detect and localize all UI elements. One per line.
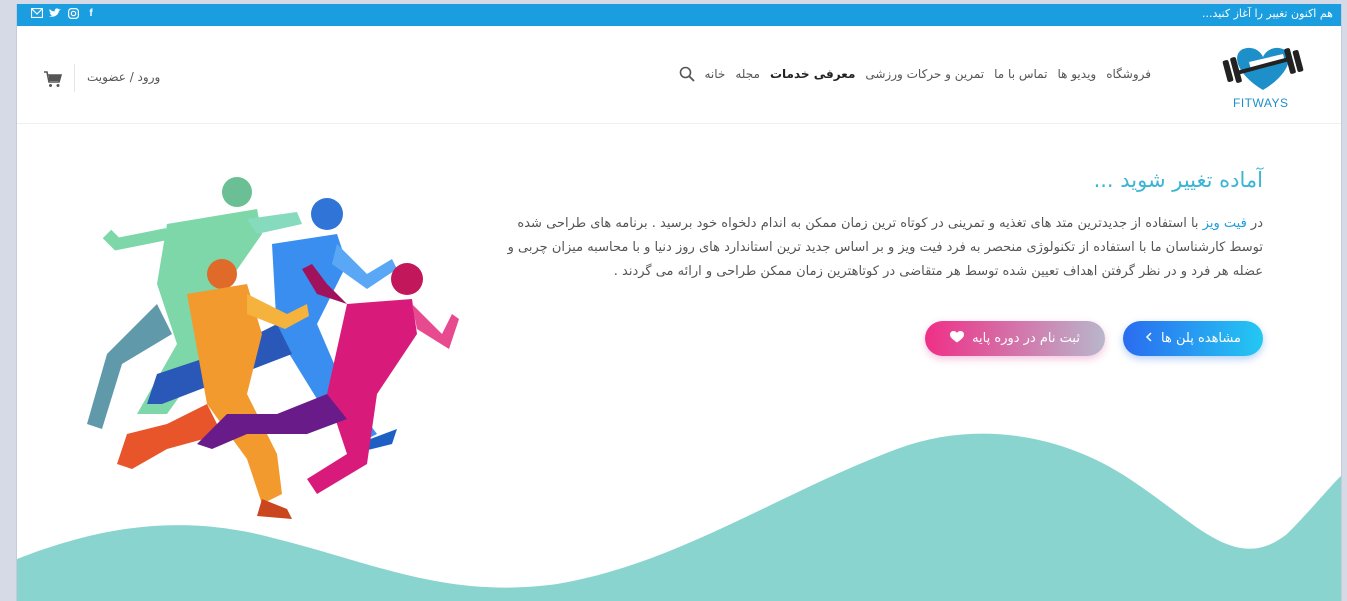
nav-item-shop[interactable]: فروشگاه [1106, 67, 1151, 81]
register-basic-course-label: ثبت نام در دوره پایه [972, 331, 1080, 346]
logo[interactable]: FITWAYS [1213, 40, 1313, 110]
nav-item-magazine[interactable]: مجله [735, 67, 760, 81]
hero-title: آماده تغییر شوید ... [1093, 168, 1263, 192]
chevron-left-icon [1145, 331, 1153, 346]
top-bar: f هم اکنون تغییر را آغاز کنید... [17, 4, 1341, 26]
instagram-icon[interactable] [67, 7, 79, 19]
login-register-link[interactable]: ورود / عضویت [87, 70, 160, 84]
nav-item-home[interactable]: خانه [705, 67, 726, 81]
nav-item-services[interactable]: معرفی خدمات [770, 67, 855, 81]
social-links: f [31, 7, 97, 19]
main-nav: خانه مجله معرفی خدمات تمرین و حرکات ورزش… [673, 66, 1151, 82]
decorative-wave [17, 414, 1341, 601]
cart-icon[interactable] [43, 70, 63, 88]
page-frame: f هم اکنون تغییر را آغاز کنید... FITWAYS… [16, 4, 1342, 601]
view-plans-label: مشاهده پلن ها [1161, 331, 1241, 346]
search-icon[interactable] [679, 66, 695, 82]
nav-item-exercises[interactable]: تمرین و حرکات ورزشی [865, 67, 984, 81]
logo-text: FITWAYS [1233, 96, 1289, 110]
mail-icon[interactable] [31, 7, 43, 19]
hero-intro-prefix: در [1246, 216, 1263, 231]
twitter-icon[interactable] [49, 7, 61, 19]
heart-icon [950, 330, 965, 347]
view-plans-button[interactable]: مشاهده پلن ها [1123, 321, 1263, 356]
hero-description: در فیت ویز با استفاده از جدیدترین متد ها… [493, 212, 1263, 284]
nav-item-videos[interactable]: ویدیو ها [1057, 67, 1096, 81]
top-bar-message: هم اکنون تغییر را آغاز کنید... [1201, 7, 1333, 20]
hero-body: با استفاده از جدیدترین متد های تغذیه و ت… [507, 216, 1263, 279]
header-divider [74, 64, 75, 92]
facebook-icon[interactable]: f [85, 7, 97, 19]
site-header: FITWAYS خانه مجله معرفی خدمات تمرین و حر… [17, 26, 1341, 124]
fitways-link[interactable]: فیت ویز [1203, 216, 1247, 231]
nav-item-contact[interactable]: تماس با ما [994, 67, 1047, 81]
register-basic-course-button[interactable]: ثبت نام در دوره پایه [925, 321, 1105, 356]
